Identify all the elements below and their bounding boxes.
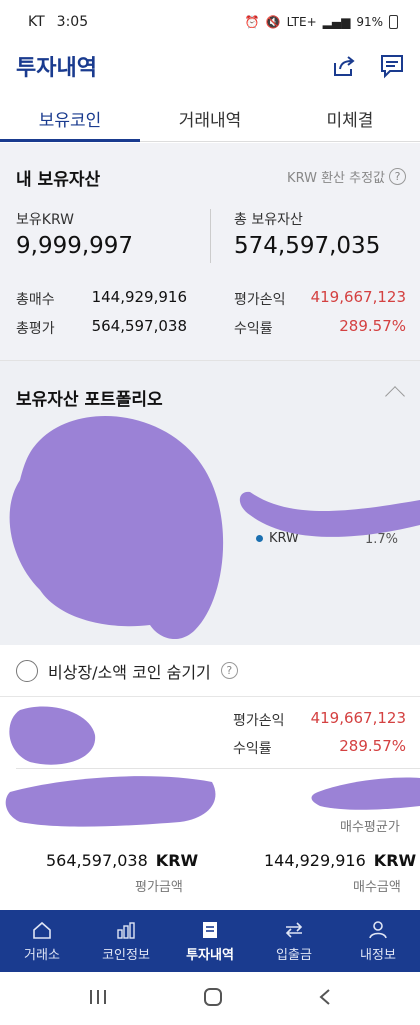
total-assets-label: 총 보유자산: [234, 212, 303, 228]
signal-icon: ▂▄▆: [322, 15, 351, 29]
eval-amount-value: 564,597,038: [46, 851, 148, 870]
tab-trade-history[interactable]: 거래내역: [140, 96, 280, 141]
alarm-icon: ⏰: [244, 15, 260, 29]
pnl-value: 419,667,123: [310, 288, 406, 306]
nav-label: 거래소: [24, 947, 60, 963]
nav-item-investments[interactable]: 투자내역: [168, 910, 252, 972]
home-icon: [31, 920, 53, 940]
nav-label: 내정보: [360, 947, 396, 963]
portfolio-section: 보유자산 포트폴리오 KRW 1.7%: [0, 360, 420, 645]
eval-total-label: 총평가: [16, 321, 55, 337]
bar-chart-icon: [115, 920, 137, 940]
hide-small-coins-label: 비상장/소액 코인 숨기기: [48, 662, 211, 682]
mute-icon: 🔇: [265, 15, 281, 29]
portfolio-title: 보유자산 포트폴리오: [16, 390, 163, 410]
krw-label: 보유KRW: [16, 212, 74, 228]
help-icon[interactable]: ?: [220, 662, 238, 679]
buy-total-value: 144,929,916: [91, 288, 187, 306]
pnl-label: 평가손익: [234, 292, 286, 308]
chat-icon[interactable]: [378, 52, 406, 80]
assets-title: 내 보유자산: [16, 170, 101, 190]
eval-amount-label: 평가금액: [135, 880, 183, 895]
back-icon[interactable]: [318, 988, 332, 1010]
radio-button[interactable]: [16, 659, 38, 682]
assets-summary: 내 보유자산 KRW 환산 추정값 ? 보유KRW 9,999,997 총 보유…: [0, 143, 420, 360]
avg-price-label: 매수평균가: [340, 820, 400, 835]
coin-rate-value: 289.57%: [339, 737, 406, 755]
nav-item-exchange[interactable]: 거래소: [0, 910, 84, 972]
buy-amount: 144,929,916 KRW: [264, 851, 416, 870]
eval-total-value: 564,597,038: [91, 317, 187, 335]
share-icon[interactable]: [330, 52, 358, 80]
app-header: 투자내역: [0, 44, 420, 88]
transfer-icon: [283, 920, 305, 940]
bottom-nav: 거래소 코인정보 투자내역 입출금 내정보: [0, 910, 420, 972]
total-assets-value: 574,597,035: [234, 233, 381, 259]
home-button-icon[interactable]: [203, 987, 223, 1011]
rate-value: 289.57%: [339, 317, 406, 335]
divider: [16, 768, 420, 769]
carrier-label: KT: [28, 14, 45, 30]
tab-holdings[interactable]: 보유코인: [0, 96, 140, 142]
status-bar: KT 3:05 ⏰ 🔇 LTE+ ▂▄▆ 91%: [0, 0, 420, 44]
network-label: LTE+: [286, 15, 317, 29]
person-icon: [367, 920, 389, 940]
coin-card[interactable]: 평가손익 419,667,123 수익률 289.57% 매수평균가 564,5…: [0, 698, 420, 910]
legend-percent: 1.7%: [364, 532, 398, 547]
nav-item-my-info[interactable]: 내정보: [336, 910, 420, 972]
chevron-up-icon[interactable]: [385, 386, 405, 406]
nav-label: 입출금: [276, 947, 312, 963]
buy-total-label: 총매수: [16, 292, 55, 308]
nav-label: 투자내역: [186, 947, 234, 963]
krw-estimate-label: KRW 환산 추정값: [287, 171, 385, 186]
coin-pnl-value: 419,667,123: [310, 709, 406, 727]
buy-amount-unit: KRW: [373, 851, 417, 870]
nav-label: 코인정보: [102, 947, 150, 963]
buy-amount-label: 매수금액: [353, 880, 401, 895]
legend-item: KRW: [256, 531, 299, 546]
legend-dot: [256, 535, 263, 542]
rate-label: 수익률: [234, 321, 273, 337]
tab-bar: 보유코인 거래내역 미체결: [0, 96, 420, 142]
tab-pending[interactable]: 미체결: [280, 96, 420, 141]
coin-rate-label: 수익률: [233, 741, 272, 757]
battery-icon: [389, 15, 398, 29]
legend-label: KRW: [269, 531, 299, 546]
system-nav-bar: [0, 972, 420, 1025]
recent-apps-icon[interactable]: [88, 989, 108, 1009]
document-icon: [199, 920, 221, 940]
eval-amount: 564,597,038 KRW: [46, 851, 198, 870]
buy-amount-value: 144,929,916: [264, 851, 366, 870]
eval-amount-unit: KRW: [155, 851, 199, 870]
help-icon[interactable]: ?: [389, 168, 406, 185]
krw-value: 9,999,997: [16, 233, 134, 259]
clock: 3:05: [56, 14, 89, 30]
hide-small-coins-option[interactable]: 비상장/소액 코인 숨기기 ?: [0, 645, 420, 697]
page-title: 투자내역: [16, 56, 97, 81]
krw-estimate-note[interactable]: KRW 환산 추정값 ?: [287, 167, 406, 186]
battery-label: 91%: [356, 15, 383, 29]
divider: [210, 209, 211, 263]
nav-item-deposit-withdraw[interactable]: 입출금: [252, 910, 336, 972]
coin-pnl-label: 평가손익: [233, 713, 285, 729]
nav-item-coin-info[interactable]: 코인정보: [84, 910, 168, 972]
